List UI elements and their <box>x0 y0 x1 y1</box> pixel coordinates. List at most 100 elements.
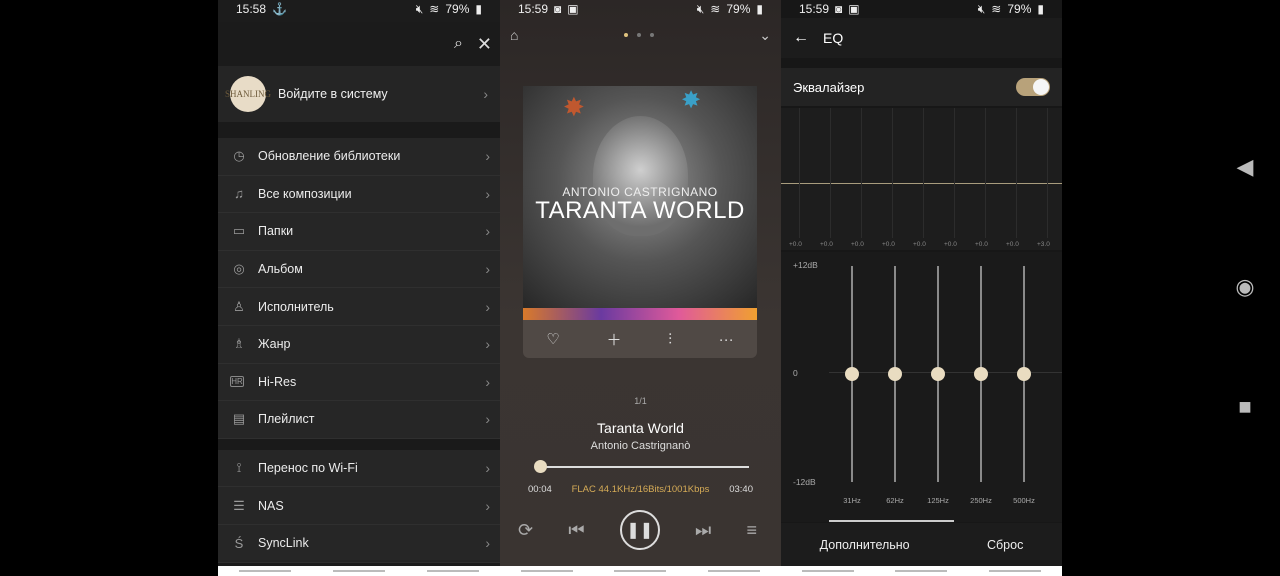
network-list: ⟟ Перенос по Wi-Fi › ☰ NAS › Ś SyncLink › <box>218 449 500 563</box>
pause-button[interactable]: ❚❚ <box>619 510 660 550</box>
notification-icon: ◙ <box>554 2 562 16</box>
eq-band-frequency: 250Hz <box>970 496 992 505</box>
equalizer-toggle[interactable] <box>1016 78 1050 96</box>
equalizer-toggle-row: Эквалайзер <box>781 68 1062 106</box>
eq-band-slider[interactable] <box>845 266 859 482</box>
search-icon[interactable]: ⌕ <box>454 35 463 53</box>
eq-band-thumb[interactable] <box>888 367 902 381</box>
eq-band-slider[interactable] <box>931 266 945 482</box>
genre-icon: ♗ <box>233 336 245 352</box>
menu-item-nas[interactable]: ☰ NAS › <box>218 487 500 525</box>
menu-item-genre[interactable]: ♗ Жанр › <box>218 326 500 364</box>
track-actions: ♡ ＋ ⫶ ··· <box>523 320 757 358</box>
status-bar: 15:58 ⚓ 🔇︎ ≋ 79% ▮ <box>218 0 500 18</box>
android-nav-bar: ◀ ◉ ■ <box>1225 0 1265 576</box>
player-topbar: ⌂ ⌄ <box>500 18 781 52</box>
eq-grid-line <box>830 108 831 238</box>
chevron-right-icon: › <box>483 86 488 102</box>
menu-item-playlist[interactable]: ▤ Плейлист › <box>218 401 500 439</box>
plus-icon[interactable]: ＋ <box>606 329 621 350</box>
eq-grid-line <box>861 108 862 238</box>
eq-grid-line <box>892 108 893 238</box>
queue-index: 1/1 <box>634 396 647 406</box>
disc-icon: ◎ <box>233 261 245 277</box>
chevron-right-icon: › <box>485 460 490 477</box>
menu-item-all-songs[interactable]: ♫ Все композиции › <box>218 176 500 214</box>
chevron-right-icon: › <box>485 373 490 390</box>
eq-gain-label: +0.0 <box>789 241 802 248</box>
library-toolbar: ⌕ ✕ <box>218 22 500 66</box>
eq-band-thumb[interactable] <box>845 367 859 381</box>
wifi-icon: ≋ <box>710 2 721 16</box>
hires-icon: HR <box>230 376 244 388</box>
eq-band-slider[interactable] <box>888 266 902 482</box>
heart-icon[interactable]: ♡ <box>546 330 559 348</box>
gesture-bar <box>218 566 500 576</box>
eq-band-thumb[interactable] <box>1017 367 1031 381</box>
menu-item-library-update[interactable]: ◷ Обновление библиотеки › <box>218 138 500 176</box>
eq-band-slider[interactable] <box>1017 266 1031 482</box>
library-list: ◷ Обновление библиотеки › ♫ Все композиции ›… <box>218 138 500 439</box>
queue-icon[interactable]: ≡ <box>746 520 757 541</box>
back-icon[interactable]: ◀ <box>1225 154 1265 180</box>
eq-band-thumb[interactable] <box>974 367 988 381</box>
track-title: Taranta World <box>597 420 684 436</box>
eq-gain-label: +0.0 <box>820 241 833 248</box>
divider <box>218 122 500 138</box>
more-icon[interactable]: ··· <box>719 331 734 348</box>
menu-item-album[interactable]: ◎ Альбом › <box>218 251 500 289</box>
chevron-right-icon: › <box>485 223 490 240</box>
star-decoration-icon: ✸ <box>563 92 585 122</box>
gesture-bar <box>781 566 1062 576</box>
progress-knob[interactable] <box>534 460 548 473</box>
album-title: TARANTA WORLD <box>535 197 745 224</box>
chevron-right-icon: › <box>485 497 490 514</box>
login-row[interactable]: SHANLING Войдите в систему › <box>218 66 500 122</box>
reset-button[interactable]: Сброс <box>987 538 1023 552</box>
usb-icon: ⚓ <box>272 2 287 16</box>
menu-item-folders[interactable]: ▭ Папки › <box>218 213 500 251</box>
eq-sliders: +12dB 0 -12dB 31Hz 62Hz 125Hz 250Hz 500Hz <box>781 252 1062 522</box>
elapsed-time: 00:04 <box>528 484 552 495</box>
chevron-down-icon[interactable]: ⌄ <box>759 27 771 44</box>
time-row: 00:04 FLAC 44.1KHz/16Bits/1001Kbps 03:40 <box>528 484 753 495</box>
eq-band-thumb[interactable] <box>931 367 945 381</box>
format-info: FLAC 44.1KHz/16Bits/1001Kbps <box>571 484 710 495</box>
menu-item-synclink[interactable]: Ś SyncLink › <box>218 525 500 563</box>
menu-item-artist[interactable]: ♙ Исполнитель › <box>218 288 500 326</box>
eq-band-frequency: 62Hz <box>886 496 904 505</box>
equalizer-icon[interactable]: ⫶ <box>668 331 672 348</box>
playback-controls: ⟳ ⏮︎ ❚❚ ⏭︎ ≡ <box>518 510 757 550</box>
next-icon[interactable]: ⏭︎ <box>695 520 711 541</box>
eq-band-slider[interactable] <box>974 266 988 482</box>
page-title: EQ <box>823 30 844 46</box>
recents-icon[interactable]: ■ <box>1225 394 1265 420</box>
wifi-icon: ≋ <box>991 2 1002 16</box>
previous-icon[interactable]: ⏮︎ <box>568 520 584 541</box>
eq-band-frequency: 31Hz <box>843 496 861 505</box>
progress-bar[interactable] <box>534 460 749 473</box>
folder-icon: ▭ <box>232 223 246 239</box>
status-time: 15:58 <box>236 2 267 16</box>
playlist-icon: ▤ <box>232 411 246 427</box>
eq-curve: +0.0+0.0+0.0+0.0+0.0+0.0+0.0+0.0+3.0+0.0 <box>781 108 1062 250</box>
music-note-icon: ♫ <box>234 186 244 202</box>
home-icon[interactable]: ⌂ <box>510 27 518 43</box>
more-button[interactable]: Дополнительно <box>820 538 910 552</box>
track-artist: Antonio Castrignanò <box>590 440 691 452</box>
status-bar: 15:59 ◙ ▣ 🔇︎ ≋ 79% ▮ <box>781 0 1062 18</box>
home-button-icon[interactable]: ◉ <box>1225 274 1265 300</box>
eq-gain-label: +0.0 <box>851 241 864 248</box>
eq-grid-line <box>985 108 986 238</box>
back-arrow-icon[interactable]: ← <box>793 29 809 47</box>
chevron-right-icon: › <box>485 535 490 552</box>
repeat-icon[interactable]: ⟳ <box>518 520 533 541</box>
eq-panel: 15:59 ◙ ▣ 🔇︎ ≋ 79% ▮ ← EQ Эквалайзер +0.0 +0.0… <box>781 0 1062 576</box>
chevron-right-icon: › <box>485 185 490 202</box>
duration-time: 03:40 <box>729 484 753 495</box>
battery-icon: ▮ <box>1037 2 1044 16</box>
close-icon[interactable]: ✕ <box>477 34 492 55</box>
menu-item-wifi-transfer[interactable]: ⟟ Перенос по Wi-Fi › <box>218 450 500 488</box>
star-decoration-icon: ✸ <box>681 87 702 114</box>
menu-item-hires[interactable]: HR Hi-Res › <box>218 364 500 402</box>
